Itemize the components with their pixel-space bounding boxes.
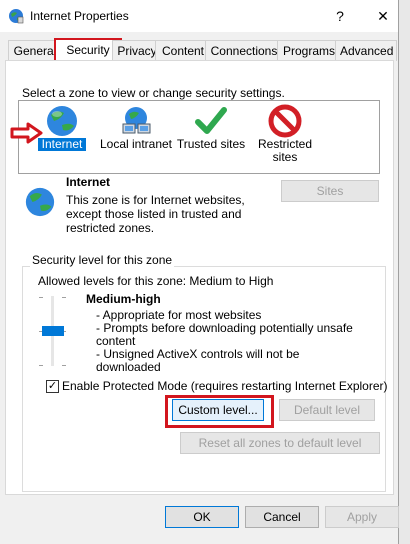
- sites-button[interactable]: Sites: [281, 180, 379, 202]
- tab-connections[interactable]: Connections: [205, 40, 283, 61]
- reset-all-zones-button[interactable]: Reset all zones to default level: [180, 432, 380, 454]
- help-button[interactable]: ?: [330, 6, 350, 26]
- zone-trusted-sites[interactable]: Trusted sites: [176, 104, 246, 151]
- zone-prompt: Select a zone to view or change security…: [22, 86, 285, 100]
- ok-button[interactable]: OK: [165, 506, 239, 528]
- security-level-group-title: Security level for this zone: [30, 253, 175, 267]
- window-title: Internet Properties: [30, 9, 129, 23]
- slider-tick: [62, 297, 66, 298]
- security-level-details: - Appropriate for most websites - Prompt…: [96, 309, 356, 374]
- tab-advanced[interactable]: Advanced: [335, 40, 397, 61]
- allowed-levels-text: Allowed levels for this zone: Medium to …: [38, 274, 274, 288]
- default-level-button[interactable]: Default level: [279, 399, 375, 421]
- zone-label: Trusted sites: [176, 137, 246, 151]
- globe-icon: [24, 186, 56, 218]
- slider-tick: [39, 297, 43, 298]
- slider-tick: [39, 365, 43, 366]
- protected-mode-checkbox[interactable]: ✓: [46, 380, 59, 393]
- selected-zone-name: Internet: [66, 175, 111, 189]
- level-bullet: - Unsigned ActiveX controls will not be …: [96, 347, 300, 374]
- close-button[interactable]: ✕: [373, 6, 393, 26]
- zone-label: Restricted sites: [257, 137, 313, 164]
- slider-tick: [62, 365, 66, 366]
- selected-zone-description: This zone is for Internet websites, exce…: [66, 193, 245, 235]
- security-level-name: Medium-high: [86, 292, 161, 306]
- globe-icon: [45, 104, 79, 138]
- protected-mode-label: Enable Protected Mode (requires restarti…: [62, 379, 388, 393]
- internet-options-icon: [8, 8, 24, 24]
- title-bar: Internet Properties ? ✕: [0, 0, 398, 32]
- tab-content[interactable]: Content: [155, 40, 211, 61]
- zone-local-intranet[interactable]: Local intranet: [98, 104, 174, 151]
- zone-restricted-sites[interactable]: Restricted sites: [256, 104, 314, 164]
- zone-label: Local intranet: [99, 137, 173, 151]
- custom-level-button[interactable]: Custom level...: [172, 399, 264, 421]
- network-icon: [119, 104, 153, 138]
- tab-programs[interactable]: Programs: [277, 40, 341, 61]
- cancel-button[interactable]: Cancel: [245, 506, 319, 528]
- security-level-slider-thumb[interactable]: [42, 326, 64, 336]
- prohibited-icon: [268, 104, 302, 138]
- background-window: [399, 0, 410, 544]
- apply-button[interactable]: Apply: [325, 506, 399, 528]
- zone-internet[interactable]: Internet: [38, 104, 86, 151]
- zone-label: Internet: [38, 138, 86, 151]
- internet-properties-dialog: Internet Properties ? ✕ General Security…: [0, 0, 399, 544]
- checkmark-icon: [194, 104, 228, 138]
- level-bullet: - Prompts before downloading potentially…: [96, 321, 353, 348]
